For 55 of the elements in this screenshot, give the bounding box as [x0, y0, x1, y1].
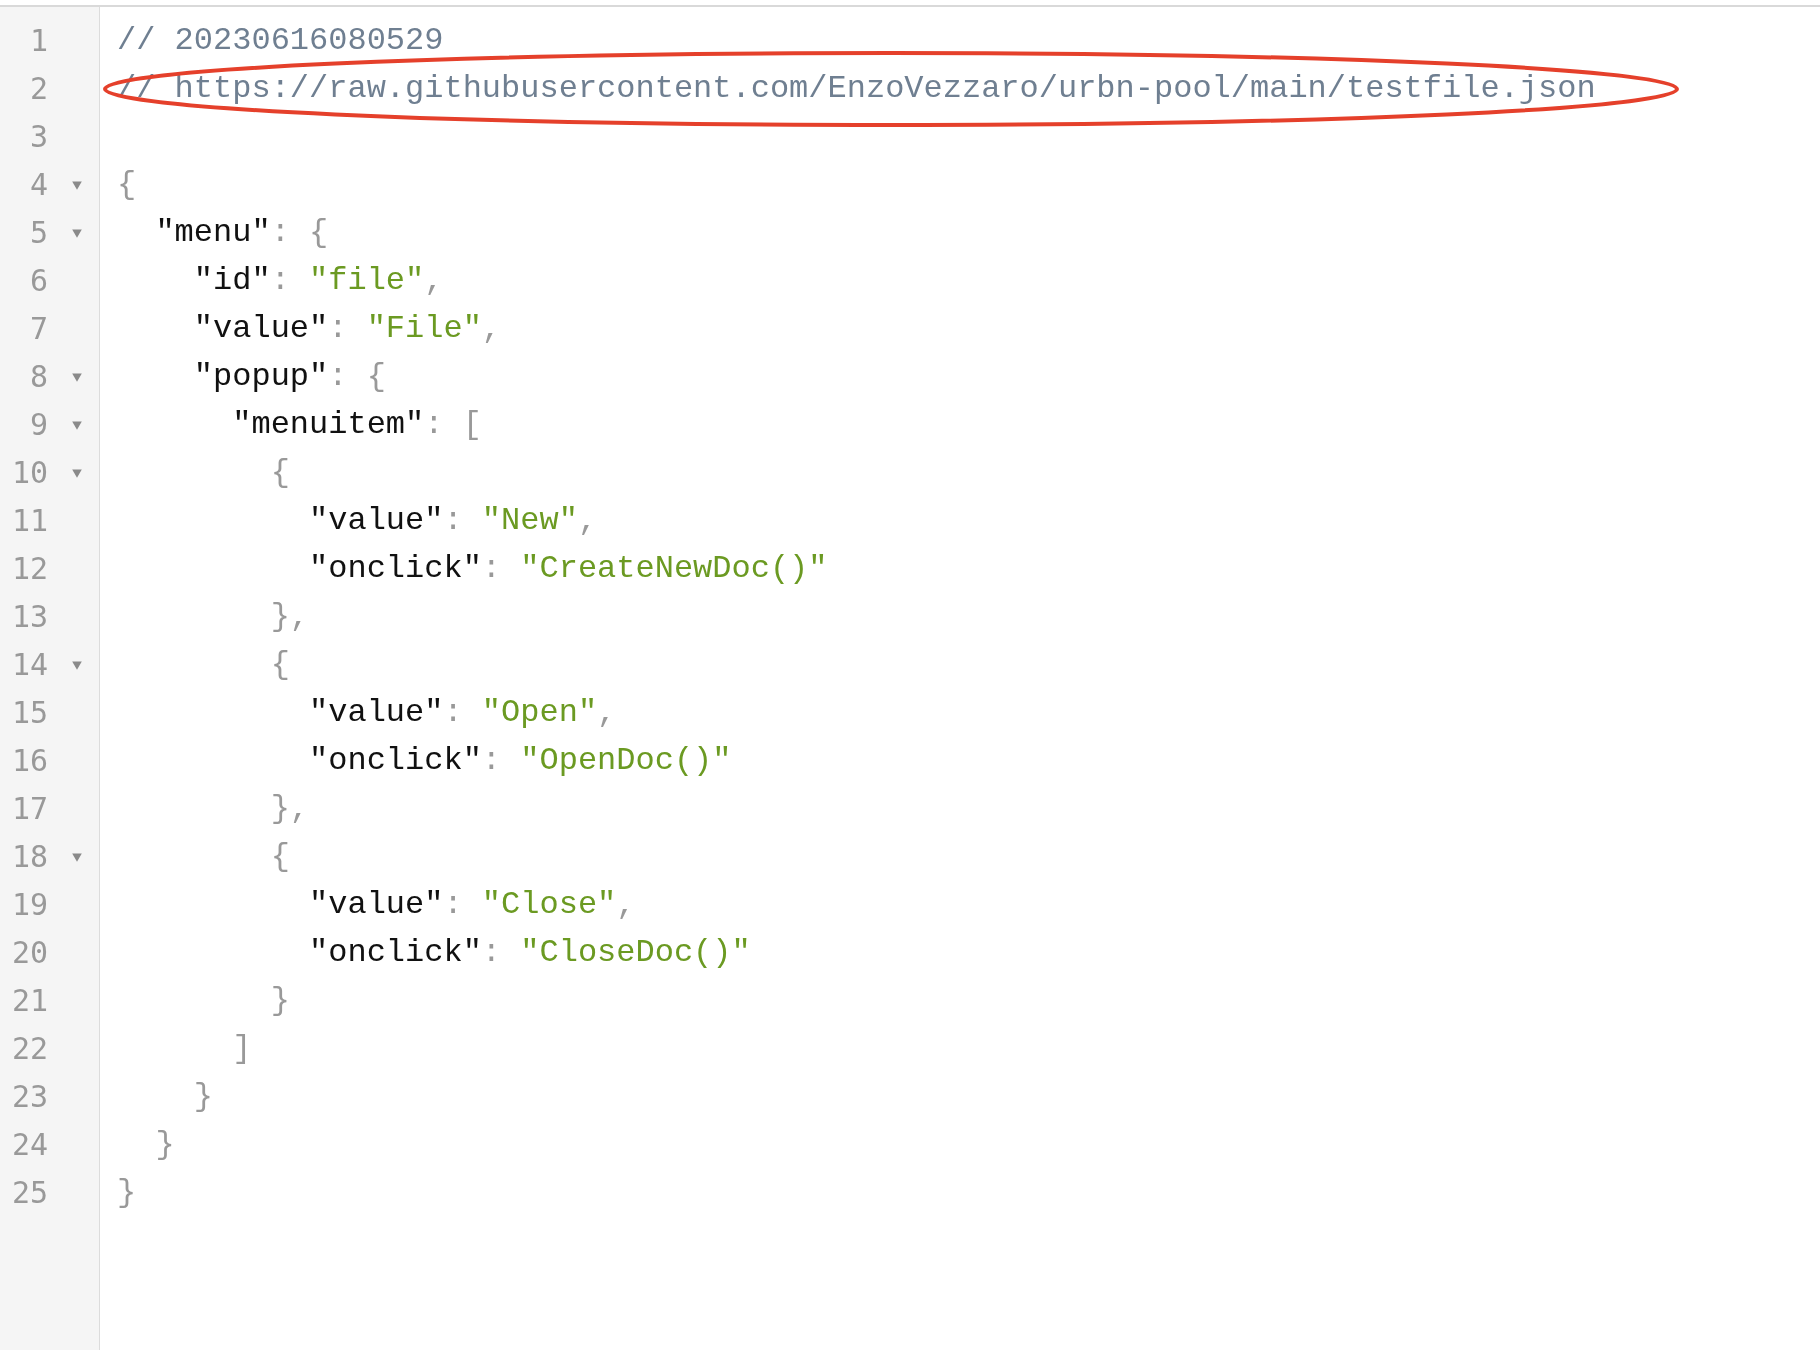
line-number: 24 — [10, 1126, 48, 1164]
line-number: 13 — [10, 598, 48, 636]
line-number: 9 — [28, 406, 48, 444]
line-number: 12 — [10, 550, 48, 588]
code-line: "id": "file", — [192, 262, 444, 299]
code-line: "onclick": "CloseDoc()" — [308, 934, 751, 971]
line-number: 19 — [10, 886, 48, 924]
code-line: "value": "Close", — [308, 886, 636, 923]
code-line: { — [269, 454, 290, 491]
code-line: "value": "Open", — [308, 694, 617, 731]
line-number: 22 — [10, 1030, 48, 1068]
line-number: 21 — [10, 982, 48, 1020]
line-number: 4 — [28, 166, 48, 204]
code-line: } — [269, 982, 290, 1019]
fold-arrow-icon[interactable] — [70, 179, 83, 191]
code-line: // 20230616080529 — [117, 22, 444, 59]
line-number: 15 — [10, 694, 48, 732]
line-number: 1 — [28, 22, 48, 60]
code-line: "value": "File", — [192, 310, 502, 347]
fold-arrow-icon[interactable] — [70, 419, 83, 431]
line-number: 5 — [28, 214, 48, 252]
code-line: "onclick": "CreateNewDoc()" — [308, 550, 828, 587]
fold-arrow-icon[interactable] — [70, 371, 83, 383]
fold-arrow-icon[interactable] — [70, 467, 83, 479]
line-number: 17 — [10, 790, 48, 828]
fold-arrow-icon[interactable] — [70, 659, 83, 671]
code-line: { — [117, 166, 137, 203]
code-line: { — [269, 646, 290, 683]
line-number: 8 — [28, 358, 48, 396]
code-line: "menu": { — [154, 214, 329, 251]
fold-arrow-icon[interactable] — [70, 227, 83, 239]
code-line: "popup": { — [192, 358, 386, 395]
code-line: } — [154, 1126, 175, 1163]
code-line: } — [117, 1174, 137, 1211]
code-line: { — [269, 838, 290, 875]
code-line: ] — [231, 1030, 252, 1067]
line-number: 6 — [28, 262, 48, 300]
line-number: 16 — [10, 742, 48, 780]
code-line: "menuitem": [ — [231, 406, 482, 443]
line-number: 14 — [10, 646, 48, 684]
fold-arrow-icon[interactable] — [70, 851, 83, 863]
line-number: 20 — [10, 934, 48, 972]
line-number: 10 — [10, 454, 48, 492]
line-number: 18 — [10, 838, 48, 876]
code-line: "onclick": "OpenDoc()" — [308, 742, 732, 779]
line-number: 2 — [28, 70, 48, 108]
line-number: 11 — [10, 502, 48, 540]
line-number: 3 — [28, 118, 48, 156]
code-line: }, — [269, 598, 310, 635]
line-number: 23 — [10, 1078, 48, 1116]
line-number: 7 — [28, 310, 48, 348]
code-line: } — [192, 1078, 213, 1115]
line-number: 25 — [10, 1174, 48, 1212]
code-line: }, — [269, 790, 310, 827]
code-line: "value": "New", — [308, 502, 598, 539]
